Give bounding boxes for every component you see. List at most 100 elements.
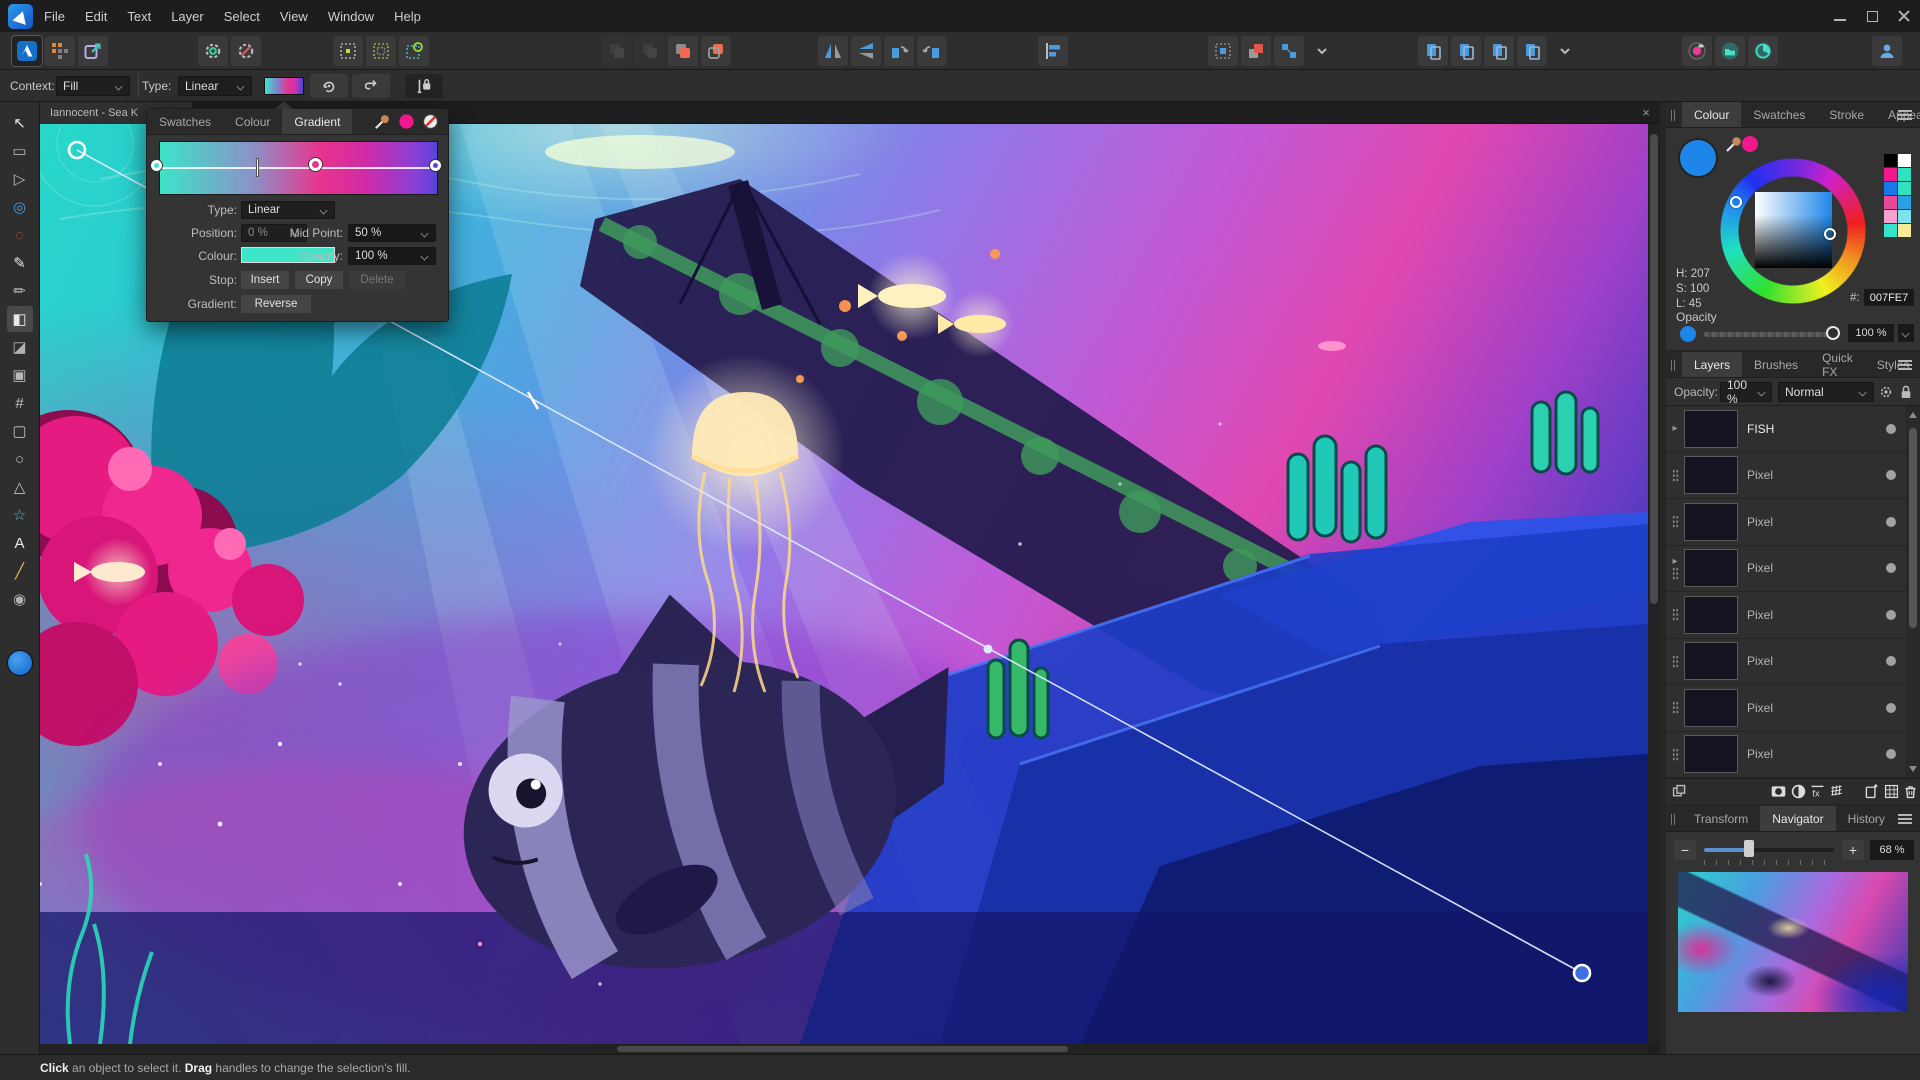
- eyedropper-icon[interactable]: [1724, 134, 1744, 154]
- designer-persona-button[interactable]: [12, 36, 42, 66]
- layers-panel-tab-brushes[interactable]: Brushes: [1742, 352, 1810, 377]
- menu-item-window[interactable]: Window: [328, 9, 374, 24]
- swatch-1[interactable]: [1898, 154, 1911, 167]
- no-colour-icon[interactable]: [421, 112, 440, 131]
- layers-scrollbar-thumb[interactable]: [1909, 428, 1917, 628]
- zoom-slider-thumb[interactable]: [1744, 840, 1754, 857]
- snap-candidates-button[interactable]: [366, 36, 396, 66]
- layer-row-pixel[interactable]: Pixel: [1666, 639, 1906, 686]
- rectangle-tool[interactable]: ▢: [7, 418, 33, 444]
- place-image-tool[interactable]: ▣: [7, 362, 33, 388]
- zoom-value[interactable]: 68 %: [1870, 840, 1914, 860]
- zoom-in-button[interactable]: +: [1842, 840, 1864, 860]
- gradient-preview-swatch[interactable]: [264, 77, 304, 95]
- zoom-slider[interactable]: [1704, 848, 1834, 852]
- snapshot-button[interactable]: [1682, 36, 1712, 66]
- gear-disabled-button[interactable]: [231, 36, 261, 66]
- layer-visibility-dot[interactable]: [1886, 563, 1896, 573]
- hex-input[interactable]: 007FE7: [1864, 289, 1914, 306]
- live-filter-button[interactable]: [1827, 782, 1846, 802]
- colour-swatch-icon[interactable]: [397, 112, 416, 131]
- eyedropper-icon[interactable]: [373, 112, 392, 131]
- panel-drag-handle[interactable]: [1671, 110, 1675, 121]
- insert-behind-button[interactable]: [1208, 36, 1238, 66]
- layer-visibility-dot[interactable]: [1886, 470, 1896, 480]
- swatch-0[interactable]: [1884, 154, 1897, 167]
- drag-handle-icon[interactable]: [1672, 655, 1679, 668]
- expand-icon[interactable]: ▸: [1672, 556, 1677, 567]
- layer-visibility-dot[interactable]: [1886, 424, 1896, 434]
- layer-thumbnail[interactable]: [1684, 410, 1738, 448]
- colour-picker-tool[interactable]: ◉: [7, 586, 33, 612]
- minimize-icon[interactable]: [1834, 10, 1846, 22]
- opacity-dropdown-icon[interactable]: [1898, 324, 1914, 342]
- flip-vertical-button[interactable]: [851, 36, 881, 66]
- menu-item-edit[interactable]: Edit: [85, 9, 107, 24]
- drag-handle-icon[interactable]: [1672, 515, 1679, 528]
- swatch-8[interactable]: [1884, 210, 1897, 223]
- colour-panel-tab-colour[interactable]: Colour: [1682, 102, 1741, 127]
- move-tool[interactable]: ↖: [7, 110, 33, 136]
- node-tool[interactable]: ▷: [7, 166, 33, 192]
- zoom-out-button[interactable]: −: [1674, 840, 1696, 860]
- popup-type-dropdown[interactable]: Linear: [241, 201, 335, 219]
- assets-button[interactable]: [1715, 36, 1745, 66]
- gradient-midpoint-marker[interactable]: [256, 158, 259, 177]
- boolean-intersect-button[interactable]: [635, 36, 665, 66]
- hue-marker[interactable]: [1730, 196, 1742, 208]
- reverse-gradient-button[interactable]: Reverse: [241, 295, 311, 313]
- insert-stop-button[interactable]: Insert: [241, 271, 289, 289]
- drag-handle-icon[interactable]: [1672, 469, 1679, 482]
- pen-tool[interactable]: ✎: [7, 250, 33, 276]
- swatch-4[interactable]: [1884, 182, 1897, 195]
- gradient-stop-end[interactable]: [430, 160, 441, 171]
- boolean-divide-button[interactable]: [602, 36, 632, 66]
- menu-item-select[interactable]: Select: [224, 9, 260, 24]
- swatch-2[interactable]: [1884, 168, 1897, 181]
- assistant-button[interactable]: [1517, 36, 1547, 66]
- snap-shape-button[interactable]: [399, 36, 429, 66]
- scroll-down-icon[interactable]: [1909, 766, 1917, 772]
- opacity-slider[interactable]: [1704, 332, 1834, 337]
- edit-all-layers-button[interactable]: [1418, 36, 1448, 66]
- artboard-tool[interactable]: ▭: [7, 138, 33, 164]
- close-document-icon[interactable]: ×: [1638, 104, 1654, 120]
- boolean-subtract-button[interactable]: [701, 36, 731, 66]
- pencil-tool[interactable]: ✏: [7, 278, 33, 304]
- lock-children-button[interactable]: [1451, 36, 1481, 66]
- vertical-scrollbar-thumb[interactable]: [1650, 134, 1658, 604]
- panel-drag-handle[interactable]: [1671, 360, 1675, 371]
- duplicate-layer-button[interactable]: [1670, 782, 1689, 802]
- layer-visibility-dot[interactable]: [1886, 610, 1896, 620]
- panel-drag-handle[interactable]: [1671, 814, 1675, 825]
- panel-menu-icon[interactable]: [1898, 360, 1912, 370]
- export-persona-button[interactable]: [78, 36, 108, 66]
- delete-stop-button[interactable]: Delete: [349, 271, 405, 289]
- layer-thumbnail[interactable]: [1684, 642, 1738, 680]
- swatch-7[interactable]: [1898, 196, 1911, 209]
- context-dropdown[interactable]: Fill: [56, 76, 130, 96]
- gradient-popup-tab-gradient[interactable]: Gradient: [282, 109, 352, 134]
- line-tool[interactable]: ╱: [7, 558, 33, 584]
- gradient-type-dropdown[interactable]: Linear: [178, 76, 252, 96]
- panel-menu-icon[interactable]: [1898, 814, 1912, 824]
- text-tool[interactable]: A: [7, 530, 33, 556]
- gradient-popup-tab-colour[interactable]: Colour: [223, 109, 282, 134]
- layer-effects-button[interactable]: fx: [1808, 782, 1827, 802]
- menu-item-view[interactable]: View: [280, 9, 308, 24]
- layer-visibility-dot[interactable]: [1886, 749, 1896, 759]
- swatch-6[interactable]: [1884, 196, 1897, 209]
- layer-visibility-dot[interactable]: [1886, 703, 1896, 713]
- scroll-up-icon[interactable]: [1909, 412, 1917, 418]
- fill-gradient-tool[interactable]: ◧: [7, 306, 33, 332]
- maintain-fill-aspect-button[interactable]: [405, 74, 443, 98]
- gradient-stop-start[interactable]: [151, 160, 162, 171]
- drag-handle-icon[interactable]: [1672, 608, 1679, 621]
- crop-tool[interactable]: #: [7, 390, 33, 416]
- copy-stop-button[interactable]: Copy: [295, 271, 343, 289]
- expand-icon[interactable]: ▸: [1672, 423, 1677, 434]
- midpoint-dropdown[interactable]: 50 %: [348, 224, 436, 242]
- rotate-cw-button[interactable]: [917, 36, 947, 66]
- swatch-11[interactable]: [1898, 224, 1911, 237]
- gradient-stop-handle[interactable]: [984, 645, 993, 654]
